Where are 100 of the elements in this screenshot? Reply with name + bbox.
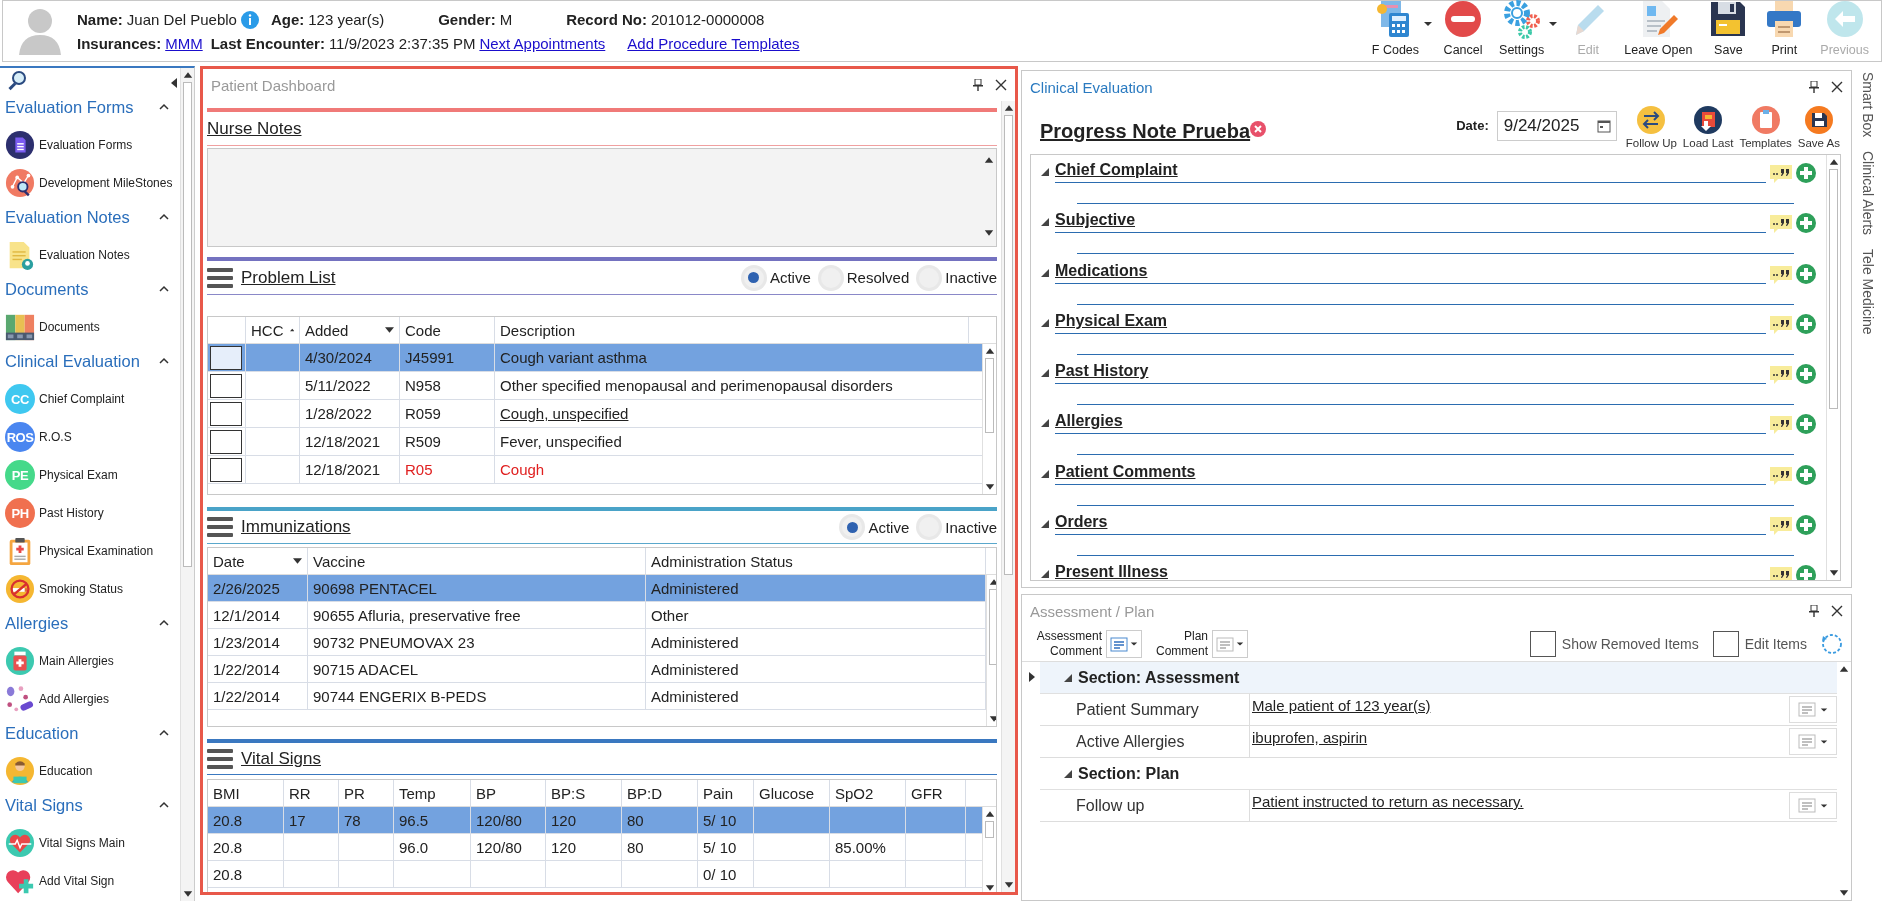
calendar-icon[interactable] [1596,119,1611,133]
column-header[interactable]: HCC [246,317,300,343]
scrollbar[interactable] [180,68,194,901]
chevron-icon[interactable] [158,357,170,365]
caret-icon[interactable] [1820,737,1828,746]
sidebar-item[interactable]: Past History [39,506,104,520]
toolbar-button[interactable]: Settings [1491,0,1553,61]
section-link[interactable]: Past History [1055,362,1149,384]
table-row[interactable]: 12/18/2021 R509 Fever, unspecified [208,428,982,456]
sidebar-item[interactable]: Add Vital Sign [39,874,115,888]
expander-icon[interactable] [1041,369,1049,378]
table-row[interactable]: 1/22/2014 90715 ADACEL Administered [208,656,986,683]
scroll-thumb[interactable] [1004,115,1013,575]
refresh-icon[interactable] [1821,633,1843,655]
dropdown-caret-icon[interactable] [1423,19,1434,29]
column-header[interactable]: Administration Status [646,548,986,574]
person-icon[interactable] [5,756,35,786]
chevron-icon[interactable] [158,801,170,809]
expander-icon[interactable] [1041,218,1049,227]
section-link[interactable]: Patient Comments [1055,462,1196,484]
expander-icon[interactable] [1041,318,1049,327]
sidebar-item[interactable]: Smoking Status [39,582,124,596]
quote-icon[interactable] [1770,265,1792,284]
sidebar-item[interactable]: Evaluation Notes [39,248,130,262]
section-link[interactable]: Present Illness [1055,563,1168,580]
pin-icon[interactable] [1809,81,1819,93]
section-link[interactable]: Medications [1055,261,1148,283]
column-header[interactable]: BMI [208,780,284,806]
sidebar-item[interactable]: Add Allergies [39,692,110,706]
caret-icon[interactable] [1820,705,1828,714]
option-checkbox[interactable]: Edit Items [1712,631,1807,657]
sidebar-item[interactable]: Vital Signs Main [39,836,125,850]
menu-icon[interactable] [207,516,233,538]
scrollbar[interactable] [986,575,996,726]
section-link[interactable]: Chief Complaint [1055,161,1178,182]
quote-icon[interactable] [1770,567,1792,580]
sidebar-item[interactable]: Chief Complaint [39,392,125,406]
option-checkbox[interactable]: Show Removed Items [1529,631,1699,657]
column-header[interactable]: Vaccine [308,548,646,574]
scroll-thumb[interactable] [183,82,192,567]
document-icon[interactable] [5,130,35,160]
section-link[interactable]: Subjective [1055,211,1136,233]
expander-icon[interactable] [1041,570,1049,579]
quote-icon[interactable] [1770,366,1792,385]
filter-radio[interactable]: Inactive [919,517,997,537]
action-button[interactable]: Follow Up [1622,105,1680,149]
field-value[interactable]: ibuprofen, aspirin [1250,726,1789,757]
scroll-thumb[interactable] [989,589,996,665]
column-header[interactable]: Pain [698,780,754,806]
scrollbar[interactable] [982,807,996,892]
menu-icon[interactable] [207,747,233,770]
quote-icon[interactable] [1770,517,1792,536]
table-row[interactable]: 1/23/2014 90732 PNEUMOVAX 23 Administered [208,629,986,656]
pin-icon[interactable] [973,79,983,91]
action-button[interactable]: Templates [1736,105,1795,149]
sidebar-item[interactable]: Physical Examination [39,544,154,558]
row-checkbox[interactable] [210,457,242,482]
filter-radio[interactable]: Inactive [919,267,997,288]
menu-icon[interactable] [207,266,233,289]
section-link[interactable]: Allergies [1055,412,1123,434]
quote-icon[interactable] [1770,416,1792,435]
info-icon[interactable] [240,10,259,29]
chevron-icon[interactable] [158,285,170,293]
chevron-icon[interactable] [158,729,170,737]
column-header[interactable]: BP [471,780,546,806]
sidebar-item[interactable]: Education [39,764,93,778]
folders-icon[interactable] [5,312,35,342]
close-icon[interactable] [1831,605,1843,617]
pin-icon[interactable] [1809,605,1819,617]
expander-icon[interactable] [1041,469,1049,478]
header-link[interactable]: Next Appointments [479,34,606,52]
column-header[interactable]: RR [284,780,339,806]
caret-icon[interactable] [1820,801,1828,810]
side-tab[interactable]: Smart Box [1860,72,1876,138]
chevron-icon[interactable] [158,103,170,111]
expander-icon[interactable] [1064,673,1072,682]
filter-radio[interactable]: Resolved [820,267,910,288]
medicine-bottle-icon[interactable] [5,646,35,676]
pills-icon[interactable] [5,684,35,714]
action-button[interactable]: Save As [1794,105,1843,149]
table-row[interactable]: 4/30/2024 J45991 Cough variant asthma [208,344,982,372]
side-tab[interactable]: Tele Medicine [1860,249,1876,335]
chart-magnifier-icon[interactable] [5,168,35,198]
table-row[interactable]: 12/18/2021 R05 Cough [208,456,982,484]
no-smoking-icon[interactable] [5,574,35,604]
table-row[interactable]: 1/28/2022 R059 Cough, unspecified [208,400,982,428]
row-checkbox[interactable] [210,429,242,454]
table-row[interactable]: 12/1/2014 90655 Afluria, preservative free Other [208,602,986,629]
close-icon[interactable] [995,79,1007,91]
column-header[interactable]: GFR [906,780,966,806]
header-link[interactable]: Add Procedure Templates [627,34,800,52]
quote-icon[interactable] [1770,165,1792,183]
scrollbar[interactable] [1001,101,1015,892]
quote-icon[interactable] [1770,215,1792,234]
sidebar-item[interactable]: Development MileStones [39,176,173,190]
column-header[interactable]: SpO2 [830,780,906,806]
sidebar-item[interactable]: R.O.S [39,430,72,444]
table-row[interactable]: 20.8 0/ 10 [208,861,982,888]
column-header[interactable]: Temp [394,780,471,806]
scrollbar[interactable] [982,344,996,494]
